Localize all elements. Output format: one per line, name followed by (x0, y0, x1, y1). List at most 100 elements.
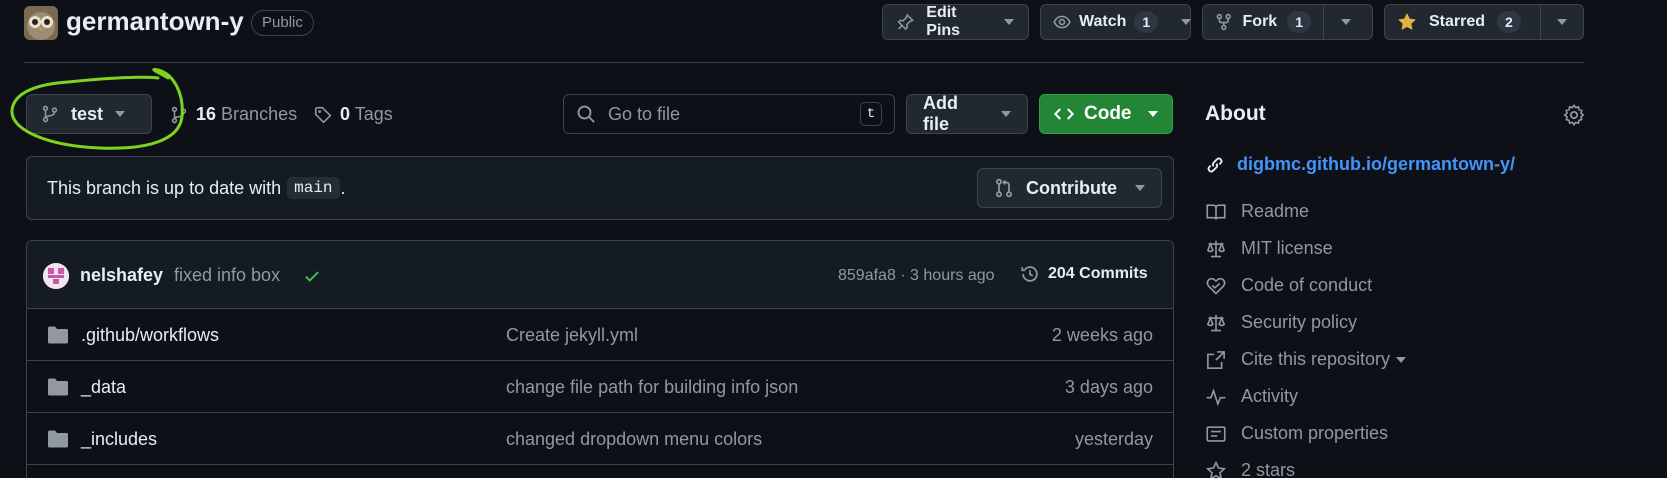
file-name[interactable]: _data (81, 377, 126, 398)
file-name[interactable]: .github/workflows (81, 325, 219, 346)
code-of-conduct-link[interactable]: Code of conduct (1205, 275, 1372, 296)
branches-count: 16 (196, 104, 217, 124)
cite-repository-button[interactable]: Cite this repository (1205, 349, 1407, 370)
custom-properties-link[interactable]: Custom properties (1205, 423, 1388, 444)
gear-icon[interactable] (1563, 104, 1585, 126)
status-text: This branch is up to date with (47, 177, 282, 198)
file-commit-message[interactable]: Create jekyll.yml (506, 325, 638, 346)
add-file-button[interactable]: Add file (906, 93, 1028, 134)
base-branch[interactable]: main (287, 177, 340, 199)
fork-count: 1 (1287, 11, 1311, 33)
code-icon (1054, 108, 1074, 120)
code-label: Code (1084, 103, 1132, 124)
table-row[interactable]: _data change file path for building info… (27, 361, 1173, 413)
star-dropdown[interactable] (1541, 5, 1583, 39)
website-url: digbmc.github.io/germantown-y/ (1237, 154, 1515, 174)
branches-label: Branches (221, 104, 298, 124)
status-suffix: . (340, 177, 346, 198)
fork-dropdown[interactable] (1324, 5, 1368, 39)
file-commit-date: yesterday (1074, 429, 1153, 449)
watch-dropdown[interactable] (1170, 5, 1202, 39)
link-icon (1207, 157, 1223, 172)
chevron-down-icon (1557, 19, 1567, 25)
commit-sha-time[interactable]: 859afa8 · 3 hours ago (838, 267, 995, 285)
contribute-label: Contribute (1026, 177, 1117, 198)
tags-count: 0 (340, 104, 351, 124)
pulse-icon (1206, 387, 1226, 406)
starred-button[interactable]: Starred 2 (1384, 4, 1584, 40)
branches-link[interactable]: 16 Branches (170, 104, 297, 125)
code-of-conduct-label: Code of conduct (1241, 275, 1373, 295)
watch-label: Watch (1079, 13, 1127, 30)
law-icon (1206, 314, 1226, 331)
owner-avatar[interactable] (24, 6, 58, 40)
eye-icon (1053, 15, 1071, 29)
readme-label: Readme (1241, 201, 1310, 221)
file-name[interactable]: _includes (81, 429, 157, 450)
watch-count: 1 (1134, 11, 1159, 33)
commit-author[interactable]: nelshafey (80, 265, 163, 286)
file-commit-message[interactable]: changed dropdown menu colors (506, 429, 762, 450)
activity-label: Activity (1241, 386, 1299, 406)
keyboard-shortcut: t (860, 102, 882, 126)
latest-commit-bar: nelshafey fixed info box 859afa8 · 3 hou… (27, 241, 1173, 309)
license-label: MIT license (1241, 238, 1333, 258)
file-commit-date: 2 weeks ago (1051, 325, 1153, 345)
check-icon[interactable] (303, 267, 321, 285)
file-commit-date: 3 days ago (1064, 377, 1153, 397)
fork-label: Fork (1242, 13, 1278, 30)
star-icon (1205, 460, 1227, 478)
commits-history-link[interactable]: 204 Commits (1020, 264, 1148, 284)
table-row[interactable]: .github/workflows Create jekyll.yml 2 we… (27, 309, 1173, 361)
activity-link[interactable]: Activity (1205, 386, 1298, 407)
about-heading: About (1205, 102, 1266, 125)
go-to-file-input[interactable]: Go to file t (563, 94, 895, 134)
commits-count-label: 204 Commits (1048, 265, 1148, 282)
code-button[interactable]: Code (1039, 94, 1173, 134)
avatar[interactable] (43, 263, 69, 289)
visibility-badge: Public (251, 10, 314, 36)
readme-link[interactable]: Readme (1205, 201, 1309, 222)
add-file-label: Add file (923, 93, 958, 134)
website-link[interactable]: digbmc.github.io/germantown-y/ (1205, 154, 1515, 175)
tag-icon (314, 106, 332, 123)
file-table: nelshafey fixed info box 859afa8 · 3 hou… (26, 240, 1174, 478)
fork-button[interactable]: Fork 1 (1202, 4, 1373, 40)
edit-pins-button[interactable]: Edit Pins (882, 4, 1029, 40)
contribute-button[interactable]: Contribute (977, 168, 1162, 208)
tags-label: Tags (354, 104, 393, 124)
license-link[interactable]: MIT license (1205, 238, 1333, 259)
folder-icon (48, 430, 68, 448)
chevron-down-icon (1396, 356, 1407, 363)
go-to-file-placeholder: Go to file (608, 103, 681, 124)
starred-label: Starred (1429, 13, 1486, 30)
watch-button[interactable]: Watch 1 (1040, 4, 1192, 40)
edit-pins-label: Edit Pins (926, 4, 961, 39)
commit-message[interactable]: fixed info box (174, 265, 280, 286)
folder-icon (48, 378, 68, 396)
search-icon (577, 105, 595, 123)
table-row[interactable]: _includes changed dropdown menu colors y… (27, 413, 1173, 465)
chevron-down-icon (1341, 19, 1351, 25)
chevron-down-icon (1001, 111, 1011, 117)
folder-icon (48, 326, 68, 344)
tags-link[interactable]: 0 Tags (314, 104, 393, 125)
custom-properties-label: Custom properties (1241, 423, 1389, 443)
chevron-down-icon (1181, 19, 1192, 25)
security-policy-label: Security policy (1241, 312, 1358, 332)
branch-status-text: This branch is up to date with main. (47, 177, 346, 199)
cite-repository-label: Cite this repository (1241, 349, 1391, 369)
cite-icon (1207, 350, 1225, 369)
security-policy-link[interactable]: Security policy (1205, 312, 1357, 333)
git-pull-request-icon (995, 178, 1013, 198)
stars-link[interactable]: 2 stars (1205, 460, 1295, 478)
stars-label: 2 stars (1241, 460, 1296, 478)
history-icon (1021, 266, 1038, 282)
file-commit-message[interactable]: change file path for building info json (506, 377, 798, 398)
repo-name[interactable]: germantown-y (66, 6, 244, 37)
fork-icon (1216, 13, 1231, 31)
note-icon (1206, 425, 1226, 442)
annotation-circle (10, 68, 184, 150)
header-divider (24, 62, 1584, 63)
book-icon (1206, 203, 1226, 220)
